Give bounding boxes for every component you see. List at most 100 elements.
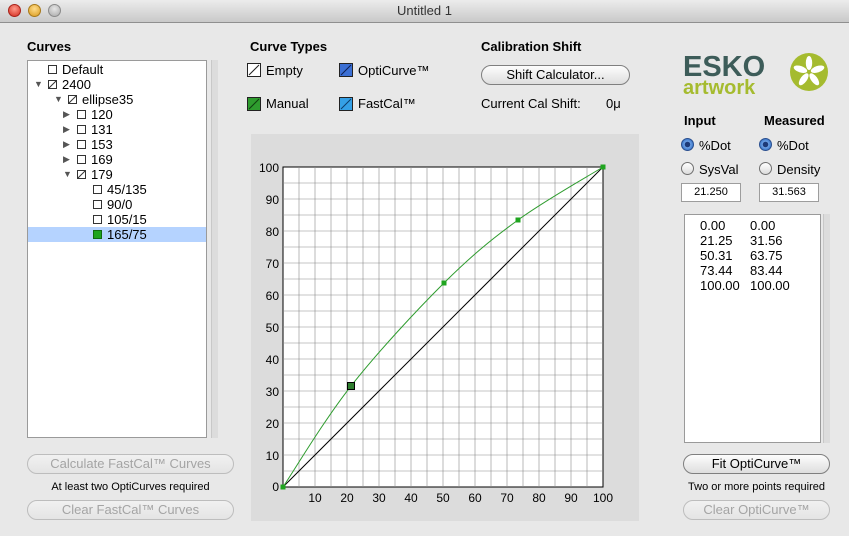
curves-tree[interactable]: Default ▼ 2400 ▼ ellipse35 ▶ 120 ▶ 131 ▶ 153 ▶ 169 ▼ 1…	[27, 60, 207, 438]
shift-calculator-button[interactable]: Shift Calculator...	[481, 65, 630, 85]
disclosure-closed-icon[interactable]: ▶	[63, 137, 70, 152]
app-window: Untitled 1 Curves Default ▼ 2400 ▼ ellipse35…	[0, 0, 849, 536]
y-tick-label: 70	[266, 257, 280, 271]
curves-header: Curves	[27, 39, 72, 54]
x-tick-label: 10	[308, 491, 322, 505]
manual-swatch-icon	[247, 97, 261, 111]
curve-checkbox[interactable]	[77, 170, 86, 179]
curves-tree-scrollbar[interactable]	[211, 60, 218, 438]
y-tick-label: 50	[266, 321, 280, 335]
calibration-curve-chart[interactable]: 10 20 30 40 50 60 70 80 90 100 0 10 20 30 40 50 60 70 80 90…	[251, 134, 639, 521]
tree-item-label: Default	[62, 62, 104, 77]
points-list-row[interactable]: 73.44 83.44	[700, 263, 820, 278]
y-tick-label: 10	[266, 449, 280, 463]
input-header: Input	[684, 113, 716, 128]
window-title: Untitled 1	[397, 3, 452, 18]
disclosure-closed-icon[interactable]: ▶	[63, 152, 70, 167]
logo-star-icon	[790, 53, 828, 91]
curve-types-header: Curve Types	[250, 39, 328, 54]
tree-item-label: 131	[91, 122, 113, 137]
tree-item-Default[interactable]: Default	[28, 62, 206, 77]
point-measured-value: 63.75	[750, 248, 783, 263]
input-dot-label: %Dot	[699, 138, 731, 153]
curve-checkbox[interactable]	[93, 215, 102, 224]
points-list-row[interactable]: 100.00 100.00	[700, 278, 820, 293]
tree-item-label: 45/135	[107, 182, 147, 197]
curve-checkbox[interactable]	[77, 155, 86, 164]
tree-item-179[interactable]: ▼ 179	[28, 167, 206, 182]
curve-checkbox[interactable]	[93, 185, 102, 194]
opticurve-swatch-icon	[339, 63, 353, 77]
disclosure-closed-icon[interactable]: ▶	[63, 107, 70, 122]
measured-dot-label: %Dot	[777, 138, 809, 153]
disclosure-open-icon[interactable]: ▼	[54, 92, 63, 107]
measured-dot-radio[interactable]	[759, 138, 772, 151]
calculate-fastcal-button[interactable]: Calculate FastCal™ Curves	[27, 454, 234, 474]
tree-item-169[interactable]: ▶ 169	[28, 152, 206, 167]
curve-type-empty-label: Empty	[266, 63, 303, 78]
points-list[interactable]: 0.00 0.00 21.25 31.56 50.31 63.75 73.44 83.44 10…	[684, 214, 821, 443]
points-list-row[interactable]: 0.00 0.00	[700, 218, 820, 233]
y-tick-label: 30	[266, 385, 280, 399]
tree-item-165-75[interactable]: 165/75	[28, 227, 206, 242]
y-tick-label: 0	[272, 480, 279, 494]
measured-density-radio[interactable]	[759, 162, 772, 175]
curve-checkbox[interactable]	[77, 125, 86, 134]
fastcal-swatch-icon	[339, 97, 353, 111]
tree-item-153[interactable]: ▶ 153	[28, 137, 206, 152]
curve-checkbox[interactable]	[77, 140, 86, 149]
point-measured-value: 31.56	[750, 233, 783, 248]
tree-item-90-0[interactable]: 90/0	[28, 197, 206, 212]
disclosure-closed-icon[interactable]: ▶	[63, 122, 70, 137]
tree-item-ellipse35[interactable]: ▼ ellipse35	[28, 92, 206, 107]
measured-value-field[interactable]: 31.563	[759, 183, 819, 202]
y-tick-label: 20	[266, 417, 280, 431]
curve-checkbox[interactable]	[77, 110, 86, 119]
tree-item-120[interactable]: ▶ 120	[28, 107, 206, 122]
measured-density-label: Density	[777, 162, 821, 177]
curve-checkbox[interactable]	[48, 65, 57, 74]
calibration-shift-header: Calibration Shift	[481, 39, 582, 54]
empty-swatch-icon	[247, 63, 261, 77]
input-dot-radio[interactable]	[681, 138, 694, 151]
curve-point[interactable]	[515, 217, 521, 223]
points-list-scrollbar[interactable]	[823, 214, 830, 443]
point-input-value: 0.00	[700, 218, 726, 233]
disclosure-open-icon[interactable]: ▼	[34, 77, 43, 92]
input-sysval-radio[interactable]	[681, 162, 694, 175]
curve-checkbox[interactable]	[93, 200, 102, 209]
point-input-value: 73.44	[700, 263, 733, 278]
y-tick-label: 100	[259, 161, 279, 175]
current-cal-shift-label: Current Cal Shift:	[481, 96, 581, 111]
curve-point[interactable]	[441, 280, 447, 286]
x-tick-label: 60	[468, 491, 482, 505]
tree-item-45-135[interactable]: 45/135	[28, 182, 206, 197]
x-tick-label: 90	[564, 491, 578, 505]
curve-point[interactable]	[600, 164, 606, 170]
point-input-value: 50.31	[700, 248, 733, 263]
x-tick-label: 80	[532, 491, 546, 505]
tree-item-label: 169	[91, 152, 113, 167]
tree-item-105-15[interactable]: 105/15	[28, 212, 206, 227]
tree-item-label: 165/75	[107, 227, 147, 242]
curve-point-selected[interactable]	[347, 382, 355, 391]
curve-type-fastcal-label: FastCal™	[358, 96, 416, 111]
input-value-field[interactable]: 21.250	[681, 183, 741, 202]
logo-text-bottom: artwork	[683, 77, 756, 99]
x-tick-label: 20	[340, 491, 354, 505]
curve-checkbox[interactable]	[68, 95, 77, 104]
tree-item-131[interactable]: ▶ 131	[28, 122, 206, 137]
points-list-row[interactable]: 21.25 31.56	[700, 233, 820, 248]
y-tick-label: 80	[266, 225, 280, 239]
fit-opticurve-button[interactable]: Fit OptiCurve™	[683, 454, 830, 474]
curve-checkbox[interactable]	[48, 80, 57, 89]
x-tick-label: 70	[500, 491, 514, 505]
clear-fastcal-button[interactable]: Clear FastCal™ Curves	[27, 500, 234, 520]
tree-item-2400[interactable]: ▼ 2400	[28, 77, 206, 92]
curve-checkbox[interactable]	[93, 230, 102, 239]
curve-point[interactable]	[280, 484, 286, 490]
disclosure-open-icon[interactable]: ▼	[63, 167, 72, 182]
clear-opticurve-button[interactable]: Clear OptiCurve™	[683, 500, 830, 520]
points-list-row[interactable]: 50.31 63.75	[700, 248, 820, 263]
point-input-value: 21.25	[700, 233, 733, 248]
